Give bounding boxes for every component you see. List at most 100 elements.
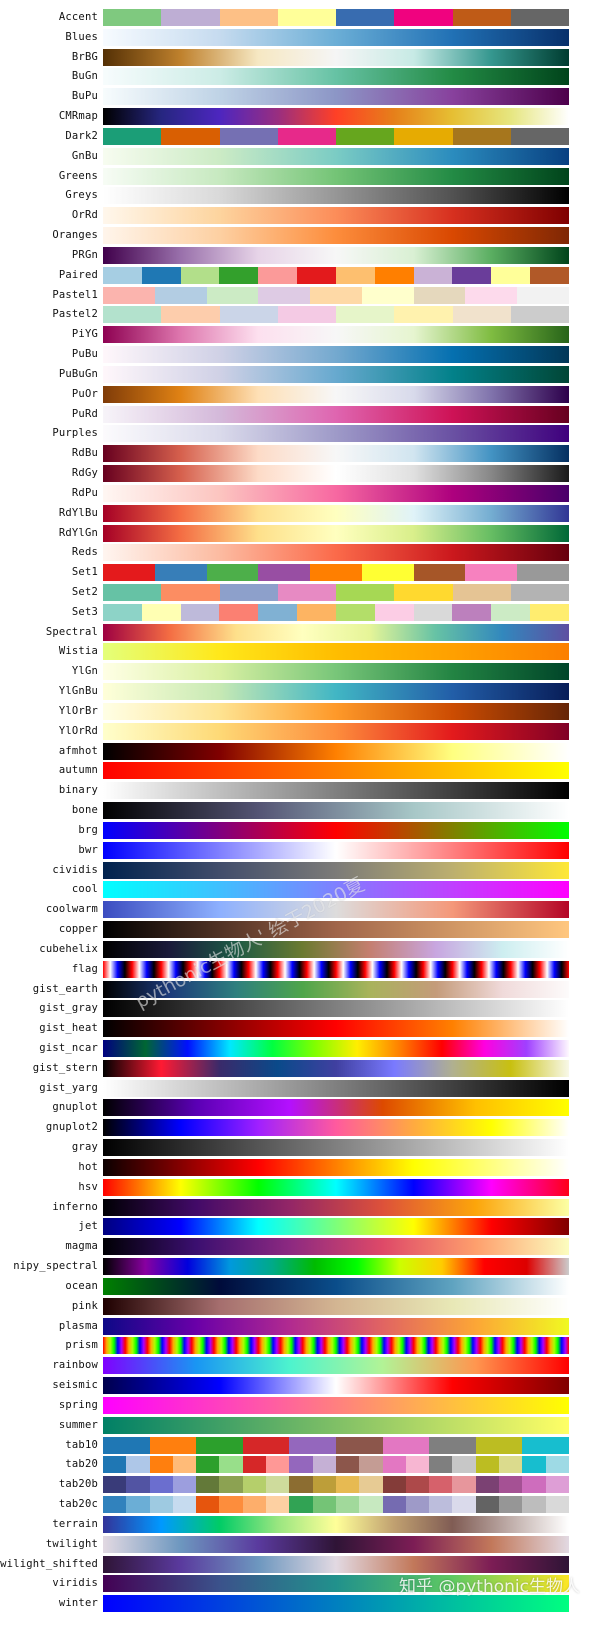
colormap-swatch	[103, 286, 155, 304]
colormap-label: magma	[65, 1240, 98, 1253]
colormap-label: BuGn	[71, 70, 98, 83]
colormap-bar	[103, 1595, 569, 1613]
colormap-row-gist-stern: gist_stern	[0, 1059, 600, 1077]
colormap-bar	[103, 841, 569, 859]
colormap-row-brg: brg	[0, 821, 600, 839]
colormap-bar	[103, 1377, 569, 1395]
colormap-bar	[103, 68, 569, 86]
colormap-row-coolwarm: coolwarm	[0, 901, 600, 919]
colormap-bar	[103, 365, 569, 383]
colormap-label: gnuplot	[52, 1101, 98, 1114]
colormap-row-ylorbr: YlOrBr	[0, 702, 600, 720]
colormap-swatch	[161, 127, 220, 145]
colormap-bar	[103, 1258, 569, 1276]
colormap-row-jet: jet	[0, 1218, 600, 1236]
colormap-row-magma: magma	[0, 1238, 600, 1256]
colormap-swatch	[103, 1436, 150, 1454]
colormap-label: Purples	[52, 427, 98, 440]
colormap-label: brg	[78, 823, 98, 836]
colormap-row-set2: Set2	[0, 583, 600, 601]
colormap-label: Blues	[65, 30, 98, 43]
colormap-bar	[103, 762, 569, 780]
colormap-swatch	[545, 1496, 569, 1514]
colormap-swatch	[172, 1456, 197, 1474]
colormap-swatch	[336, 127, 395, 145]
colormap-swatch	[429, 1456, 453, 1474]
colormap-swatch	[405, 1476, 430, 1494]
colormap-label: ocean	[65, 1279, 98, 1292]
colormap-bar	[103, 385, 569, 403]
colormap-bar	[103, 1198, 569, 1216]
colormap-swatch	[465, 564, 518, 582]
colormap-label: spring	[58, 1398, 98, 1411]
colormap-bar	[103, 1396, 569, 1414]
colormap-bar	[103, 821, 569, 839]
colormap-swatch	[103, 127, 162, 145]
colormap-swatch	[522, 1436, 569, 1454]
colormap-swatch	[510, 306, 569, 324]
colormap-row-ylgn: YlGn	[0, 663, 600, 681]
colormap-swatch	[310, 286, 362, 304]
colormap-label: bone	[71, 804, 98, 817]
colormap-swatch	[545, 1476, 569, 1494]
colormap-swatch	[141, 266, 181, 284]
colormap-bar	[103, 782, 569, 800]
colormap-swatch	[242, 1476, 267, 1494]
colormap-swatch	[394, 127, 453, 145]
colormap-label: hsv	[78, 1180, 98, 1193]
colormap-swatch	[499, 1456, 523, 1474]
colormap-swatch	[475, 1476, 500, 1494]
colormap-swatch	[219, 1456, 243, 1474]
colormap-bar	[103, 663, 569, 681]
colormap-label: coolwarm	[45, 903, 98, 916]
colormap-label: Accent	[58, 11, 98, 23]
colormap-bar	[103, 960, 569, 978]
colormap-label: BrBG	[71, 50, 98, 63]
colormap-label: PuBu	[71, 348, 98, 361]
colormap-row-flag: flag	[0, 960, 600, 978]
colormap-label: Pastel1	[52, 288, 98, 301]
colormap-bar	[103, 167, 569, 185]
colormap-swatch	[297, 603, 336, 621]
colormap-row-blues: Blues	[0, 28, 600, 46]
colormap-row-binary: binary	[0, 782, 600, 800]
colormap-swatch	[475, 1496, 500, 1514]
colormap-swatch	[266, 1476, 290, 1494]
colormap-label: seismic	[52, 1379, 98, 1392]
colormap-swatch	[510, 127, 569, 145]
colormap-row-pubu: PuBu	[0, 346, 600, 364]
colormap-bar	[103, 425, 569, 443]
colormap-label: bwr	[78, 843, 98, 856]
colormap-swatch	[196, 1456, 220, 1474]
colormap-bar	[103, 940, 569, 958]
colormap-label: gist_heat	[39, 1022, 98, 1035]
colormap-bar	[103, 1496, 569, 1514]
colormap-bar	[103, 802, 569, 820]
colormap-swatch	[266, 1496, 290, 1514]
colormap-row-prism: prism	[0, 1337, 600, 1355]
colormap-label: Set3	[71, 605, 98, 618]
colormap-bar	[103, 1297, 569, 1315]
colormap-label: jet	[78, 1220, 98, 1233]
colormap-swatch	[161, 583, 220, 601]
colormap-label: Set2	[71, 585, 98, 598]
colormap-swatch	[336, 9, 395, 26]
colormap-bar	[103, 1079, 569, 1097]
colormap-row-gist-gray: gist_gray	[0, 1000, 600, 1018]
colormap-swatch	[394, 306, 453, 324]
colormap-label: gist_earth	[32, 982, 98, 995]
colormap-swatch	[499, 1476, 523, 1494]
colormap-swatch	[196, 1476, 220, 1494]
colormap-bar	[103, 1178, 569, 1196]
colormap-label: GnBu	[71, 149, 98, 162]
colormap-label: tab10	[65, 1438, 98, 1451]
colormap-bar	[103, 1000, 569, 1018]
colormap-bar	[103, 1476, 569, 1494]
colormap-swatch	[103, 266, 142, 284]
colormap-row-purd: PuRd	[0, 405, 600, 423]
colormap-bar	[103, 1436, 569, 1454]
colormap-swatch	[405, 1456, 430, 1474]
colormap-row-inferno: inferno	[0, 1198, 600, 1216]
colormap-label: Greens	[58, 169, 98, 182]
colormap-swatch	[219, 306, 278, 324]
